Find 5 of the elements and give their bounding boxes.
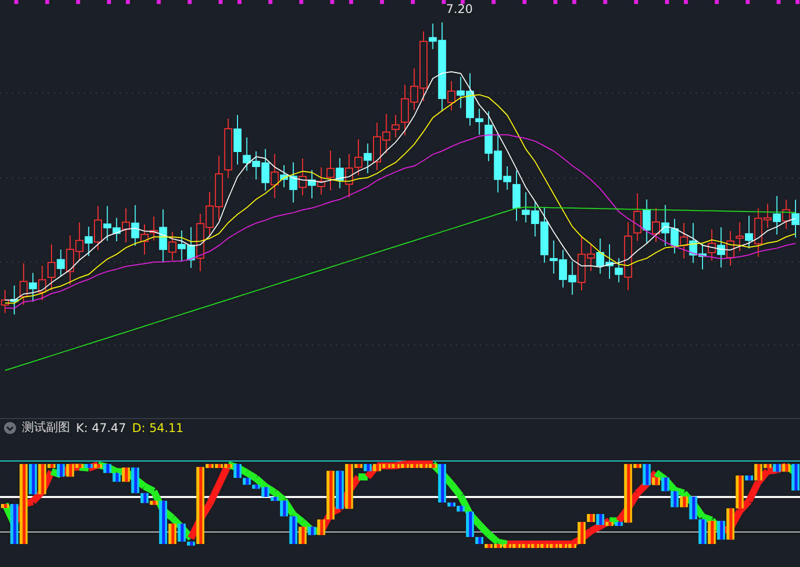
indicator-title: 测试副图 xyxy=(22,419,70,436)
d-reading: D: 54.11 xyxy=(132,420,184,434)
high-price-label: 7.20 xyxy=(446,2,473,16)
k-reading: K: 47.47 xyxy=(76,420,126,434)
collapse-icon[interactable] xyxy=(4,422,16,434)
